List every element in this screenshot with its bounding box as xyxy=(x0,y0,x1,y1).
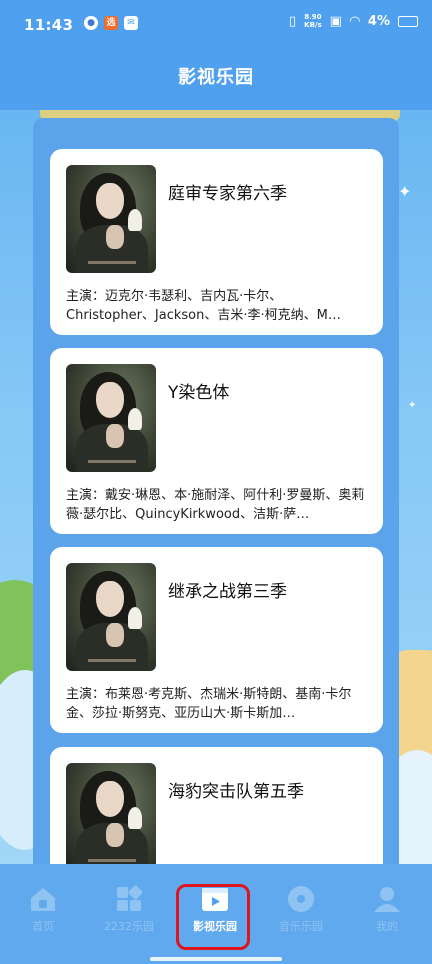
tab-2232[interactable]: 2232乐园 xyxy=(86,884,172,934)
grid-icon xyxy=(114,884,144,914)
home-indicator[interactable] xyxy=(150,957,282,961)
movie-cast: 主演：戴安·琳恩、本·施耐泽、阿什利·罗曼斯、奥莉薇·瑟尔比、QuincyKir… xyxy=(66,488,365,522)
wifi-icon: ◠ xyxy=(349,13,360,29)
movie-title: 海豹突击队第五季 xyxy=(168,782,304,802)
movie-poster xyxy=(66,763,156,871)
movie-title: Y染色体 xyxy=(168,383,230,403)
battery-icon xyxy=(398,15,418,27)
movie-card[interactable]: Y染色体 主演：戴安·琳恩、本·施耐泽、阿什利·罗曼斯、奥莉薇·瑟尔比、Quin… xyxy=(50,348,383,534)
movie-card[interactable]: 继承之战第三季 主演：布莱恩·考克斯、杰瑞米·斯特朗、基南·卡尔金、莎拉·斯努克… xyxy=(50,547,383,733)
tab-label: 音乐乐园 xyxy=(279,920,323,933)
sparkle-icon: ✦ xyxy=(398,182,412,201)
page-title: 影视乐园 xyxy=(0,50,432,110)
movie-poster xyxy=(66,364,156,472)
status-indicators: ▯ 8.90 KB/s ▣ ◠ 4% xyxy=(289,13,418,29)
net-speed: 8.90 KB/s xyxy=(304,13,322,29)
tab-label: 2232乐园 xyxy=(104,920,154,933)
sparkle-icon: ✦ xyxy=(408,400,417,411)
tab-profile[interactable]: 我的 xyxy=(344,884,430,934)
movie-title: 继承之战第三季 xyxy=(168,582,287,602)
music-disc-icon xyxy=(286,884,316,914)
tab-music[interactable]: 音乐乐园 xyxy=(258,884,344,934)
movie-poster xyxy=(66,563,156,671)
movie-poster xyxy=(66,165,156,273)
movie-card[interactable]: 庭审专家第六季 主演：迈克尔·韦瑟利、吉内瓦·卡尔、Christopher、Ja… xyxy=(50,149,383,335)
message-icon: ✉ xyxy=(124,16,138,30)
app-badge-icon: 选 xyxy=(104,16,118,30)
status-app-icons: ● 选 ✉ xyxy=(84,16,138,30)
active-tab-highlight xyxy=(176,884,250,950)
user-icon xyxy=(372,884,402,914)
movie-cast: 主演：迈克尔·韦瑟利、吉内瓦·卡尔、Christopher、Jackson、吉米… xyxy=(66,289,341,323)
status-time: 11:43 xyxy=(24,16,74,34)
home-icon xyxy=(28,884,58,914)
movie-title: 庭审专家第六季 xyxy=(168,184,287,204)
app-notification-icon: ● xyxy=(84,16,98,30)
battery-label: 4% xyxy=(367,13,390,29)
tab-home[interactable]: 首页 xyxy=(0,884,86,934)
movie-cast: 主演：布莱恩·考克斯、杰瑞米·斯特朗、基南·卡尔金、莎拉·斯努克、亚历山大·斯卡… xyxy=(66,687,352,721)
tab-label: 我的 xyxy=(376,920,398,933)
tab-label: 首页 xyxy=(32,920,54,933)
sim-icon: ▣ xyxy=(329,13,342,29)
movie-card[interactable]: 海豹突击队第五季 xyxy=(50,747,383,877)
vibrate-icon: ▯ xyxy=(288,13,297,29)
status-bar: 11:43 ● 选 ✉ ▯ 8.90 KB/s ▣ ◠ 4% xyxy=(0,0,432,50)
